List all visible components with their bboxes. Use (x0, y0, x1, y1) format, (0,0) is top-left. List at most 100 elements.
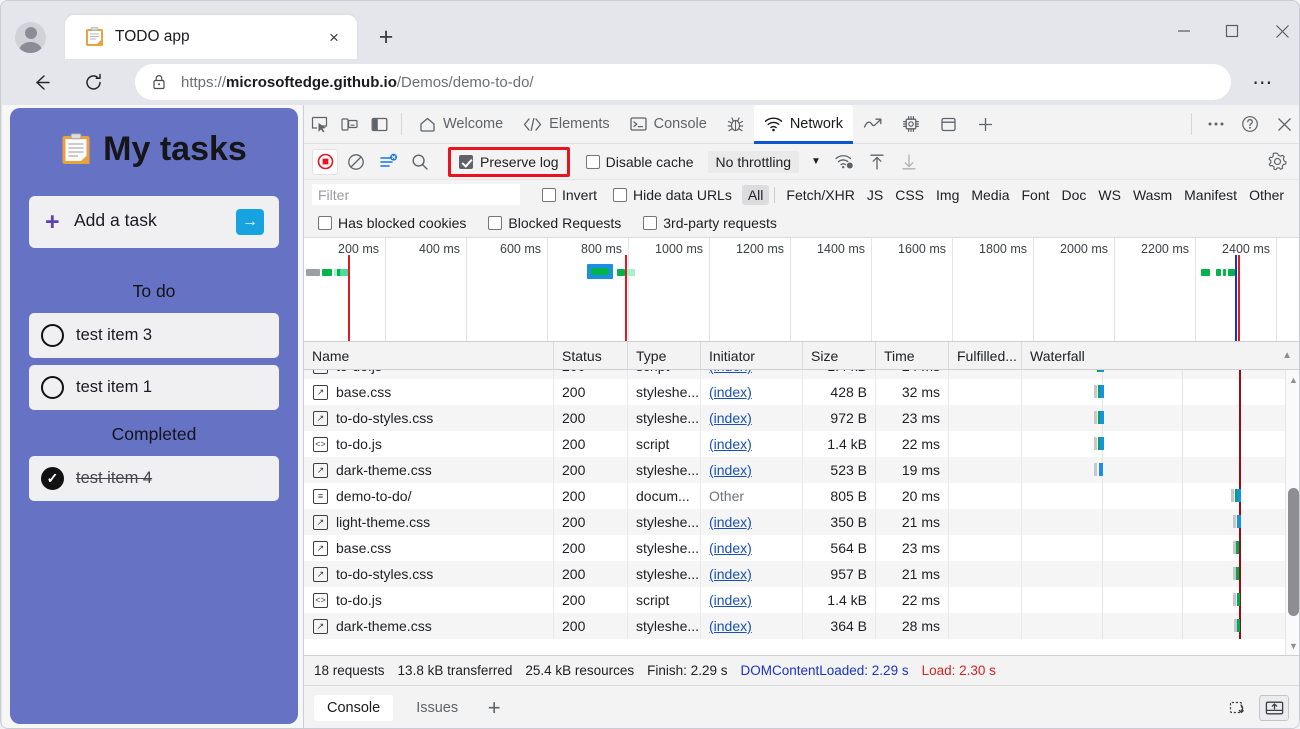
drawer-tab-console[interactable]: Console (314, 694, 394, 721)
column-header-status[interactable]: Status (554, 341, 628, 370)
filter-type-css[interactable]: CSS (889, 185, 930, 205)
requests-table-body[interactable]: <> to-do.js 200 script (index) 1.4 kB 24… (304, 370, 1299, 655)
maximize-window-icon[interactable] (1209, 15, 1255, 47)
invert-checkbox[interactable]: Invert (542, 187, 597, 203)
tab-performance[interactable] (853, 105, 892, 144)
tab-network[interactable]: Network (753, 104, 854, 144)
filter-type-font[interactable]: Font (1016, 185, 1056, 205)
list-item[interactable]: test item 3 (29, 313, 279, 358)
request-initiator[interactable]: (index) (709, 514, 752, 530)
search-icon[interactable] (406, 148, 434, 176)
import-har-icon[interactable] (863, 148, 891, 176)
close-window-icon[interactable] (1259, 15, 1299, 47)
scrollbar-thumb[interactable] (1288, 488, 1299, 616)
table-row[interactable]: ↗ base.css 200 styleshe... (index) 428 B… (304, 379, 1299, 405)
more-tools-button[interactable] (967, 105, 1004, 144)
network-overview-timeline[interactable]: 200 ms 400 ms 600 ms 800 ms 1000 ms 1200… (304, 238, 1299, 342)
gear-icon[interactable] (1263, 148, 1291, 176)
tab-sources[interactable] (717, 105, 754, 144)
reload-button[interactable] (75, 64, 111, 100)
request-initiator[interactable]: (index) (709, 592, 752, 608)
table-row[interactable]: <> to-do.js 200 script (index) 1.4 kB 24… (304, 370, 1299, 379)
column-header-size[interactable]: Size (803, 341, 876, 370)
requests-table-scrollbar[interactable]: ▲ ▼ (1285, 370, 1299, 655)
more-options-icon[interactable] (1199, 109, 1233, 139)
request-initiator[interactable]: (index) (709, 410, 752, 426)
table-row[interactable]: ↗ dark-theme.css 200 styleshe... (index)… (304, 457, 1299, 483)
table-row[interactable]: ↗ dark-theme.css 200 styleshe... (index)… (304, 613, 1299, 639)
table-row[interactable]: ↗ to-do-styles.css 200 styleshe... (inde… (304, 405, 1299, 431)
filter-type-media[interactable]: Media (965, 185, 1015, 205)
clear-icon[interactable] (342, 148, 370, 176)
help-question-icon[interactable] (1233, 109, 1267, 139)
task-checkbox-checked-icon[interactable]: ✓ (41, 467, 64, 490)
minimize-window-icon[interactable] (1161, 15, 1207, 47)
hide-data-urls-checkbox[interactable]: Hide data URLs (613, 187, 732, 203)
filter-input[interactable] (312, 184, 520, 205)
filter-type-img[interactable]: Img (930, 185, 965, 205)
tab-memory[interactable] (892, 105, 930, 144)
column-header-type[interactable]: Type (628, 341, 701, 370)
add-task-input[interactable]: + Add a task → (29, 196, 279, 248)
restore-drawer-icon[interactable] (1223, 695, 1253, 721)
task-checkbox-icon[interactable] (41, 376, 64, 399)
third-party-requests-checkbox[interactable]: 3rd-party requests (643, 215, 777, 231)
request-initiator[interactable]: (index) (709, 436, 752, 452)
drawer-add-tool-icon[interactable]: + (481, 695, 507, 721)
filter-type-doc[interactable]: Doc (1056, 185, 1093, 205)
filter-type-ws[interactable]: WS (1092, 185, 1127, 205)
table-row[interactable]: ≡ demo-to-do/ 200 docum... Other 805 B 2… (304, 483, 1299, 509)
request-initiator[interactable]: (index) (709, 566, 752, 582)
scroll-up-icon[interactable]: ▲ (1288, 374, 1299, 385)
filter-type-wasm[interactable]: Wasm (1127, 185, 1178, 205)
close-tab-icon[interactable]: × (323, 27, 345, 49)
back-button[interactable] (23, 64, 59, 100)
filter-type-fetch-xhr[interactable]: Fetch/XHR (780, 185, 860, 205)
tab-console[interactable]: Console (620, 105, 717, 144)
column-header-waterfall[interactable]: Waterfall ▲ (1022, 342, 1299, 370)
export-har-icon[interactable] (895, 148, 923, 176)
device-emulation-icon[interactable] (334, 110, 364, 138)
filter-type-js[interactable]: JS (861, 185, 889, 205)
scroll-down-icon[interactable]: ▼ (1288, 640, 1299, 651)
request-initiator[interactable]: (index) (709, 540, 752, 556)
network-conditions-icon[interactable] (831, 148, 859, 176)
column-header-initiator[interactable]: Initiator (701, 341, 803, 370)
column-header-time[interactable]: Time (876, 341, 949, 370)
close-devtools-icon[interactable] (1267, 109, 1299, 139)
table-row[interactable]: ↗ to-do-styles.css 200 styleshe... (inde… (304, 561, 1299, 587)
table-row[interactable]: <> to-do.js 200 script (index) 1.4 kB 22… (304, 587, 1299, 613)
record-stop-icon[interactable] (312, 148, 338, 175)
inspect-element-icon[interactable] (304, 110, 334, 138)
list-item[interactable]: ✓ test item 4 (29, 456, 279, 501)
dock-side-icon[interactable] (364, 110, 394, 138)
blocked-requests-checkbox[interactable]: Blocked Requests (488, 215, 621, 231)
disable-cache-checkbox[interactable]: Disable cache (585, 154, 694, 170)
filter-icon[interactable] (374, 148, 402, 176)
table-row[interactable]: ↗ base.css 200 styleshe... (index) 564 B… (304, 535, 1299, 561)
tab-welcome[interactable]: Welcome (409, 105, 513, 144)
address-bar[interactable]: https://microsoftedge.github.io/Demos/de… (135, 64, 1231, 100)
filter-type-all[interactable]: All (741, 184, 770, 205)
has-blocked-cookies-checkbox[interactable]: Has blocked cookies (318, 215, 466, 231)
submit-task-icon[interactable]: → (236, 209, 264, 235)
request-initiator[interactable]: (index) (709, 370, 752, 374)
column-header-name[interactable]: Name (304, 341, 554, 370)
list-item[interactable]: test item 1 (29, 365, 279, 410)
table-row[interactable]: <> to-do.js 200 script (index) 1.4 kB 22… (304, 431, 1299, 457)
browser-more-icon[interactable]: ⋯ (1245, 69, 1281, 95)
task-checkbox-icon[interactable] (41, 324, 64, 347)
request-initiator[interactable]: (index) (709, 462, 752, 478)
request-initiator[interactable]: (index) (709, 384, 752, 400)
filter-type-other[interactable]: Other (1243, 185, 1290, 205)
browser-tab[interactable]: TODO app × (65, 15, 357, 59)
drawer-tab-issues[interactable]: Issues (403, 695, 471, 721)
table-row[interactable]: ↗ light-theme.css 200 styleshe... (index… (304, 509, 1299, 535)
avatar[interactable] (15, 22, 46, 53)
request-initiator[interactable]: (index) (709, 618, 752, 634)
dock-bottom-icon[interactable] (1259, 694, 1289, 721)
tab-elements[interactable]: Elements (513, 105, 619, 144)
throttling-dropdown[interactable]: No throttling ▼ (707, 150, 821, 173)
tab-application[interactable] (930, 105, 967, 144)
preserve-log-checkbox[interactable]: Preserve log (448, 146, 570, 177)
